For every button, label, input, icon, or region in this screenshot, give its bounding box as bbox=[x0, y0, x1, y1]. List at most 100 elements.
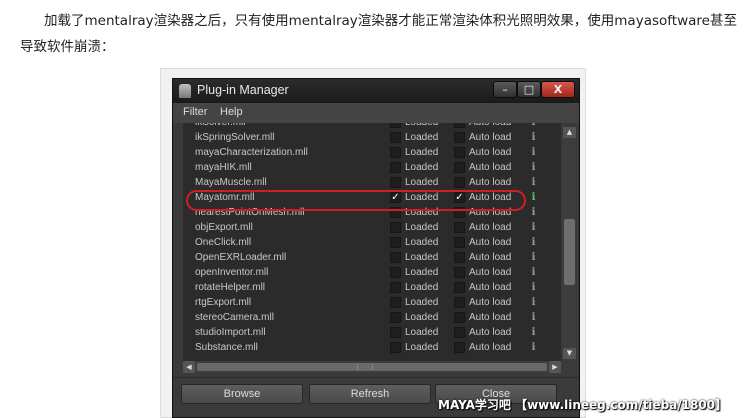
autoload-label: Auto load bbox=[469, 342, 512, 353]
autoload-checkbox[interactable] bbox=[454, 312, 465, 323]
info-icon[interactable]: i bbox=[531, 192, 536, 203]
loaded-label: Loaded bbox=[405, 312, 439, 323]
autoload-checkbox[interactable] bbox=[454, 177, 465, 188]
menu-bar: Filter Help bbox=[173, 103, 579, 123]
loaded-checkbox[interactable] bbox=[390, 342, 401, 353]
maximize-button[interactable]: □ bbox=[517, 81, 541, 98]
loaded-label: Loaded bbox=[405, 207, 439, 218]
info-icon[interactable]: i bbox=[531, 312, 536, 323]
loaded-label: Loaded bbox=[405, 132, 439, 143]
autoload-checkbox[interactable] bbox=[454, 267, 465, 278]
plugin-row: studioImport.mll Loaded Auto load i bbox=[183, 325, 561, 340]
menu-filter[interactable]: Filter bbox=[183, 106, 207, 118]
info-icon[interactable]: i bbox=[531, 123, 536, 128]
window-title: Plug-in Manager bbox=[197, 83, 289, 97]
autoload-checkbox[interactable] bbox=[454, 237, 465, 248]
info-icon[interactable]: i bbox=[531, 267, 536, 278]
info-icon[interactable]: i bbox=[531, 252, 536, 263]
loaded-checkbox[interactable] bbox=[390, 282, 401, 293]
info-icon[interactable]: i bbox=[531, 132, 536, 143]
info-icon[interactable]: i bbox=[531, 177, 536, 188]
loaded-checkbox[interactable] bbox=[390, 297, 401, 308]
autoload-checkbox[interactable] bbox=[454, 252, 465, 263]
plugin-name: stereoCamera.mll bbox=[195, 312, 274, 323]
autoload-checkbox[interactable] bbox=[454, 282, 465, 293]
autoload-checkbox[interactable] bbox=[454, 222, 465, 233]
plugin-manager-window: Plug-in Manager – □ X Filter Help ikSolv… bbox=[172, 78, 580, 418]
plugin-name: Mayatomr.mll bbox=[195, 192, 255, 203]
browse-button[interactable]: Browse bbox=[181, 384, 303, 404]
info-icon[interactable]: i bbox=[531, 297, 536, 308]
plugin-name: Substance.mll bbox=[195, 342, 258, 353]
info-icon[interactable]: i bbox=[531, 282, 536, 293]
loaded-checkbox[interactable] bbox=[390, 237, 401, 248]
scroll-up-icon[interactable]: ▲ bbox=[563, 127, 576, 138]
plugin-row: nearestPointOnMesh.mll Loaded Auto load i bbox=[183, 205, 561, 220]
info-icon[interactable]: i bbox=[531, 342, 536, 353]
loaded-checkbox[interactable] bbox=[390, 132, 401, 143]
refresh-button[interactable]: Refresh bbox=[309, 384, 431, 404]
autoload-label: Auto load bbox=[469, 222, 512, 233]
loaded-label: Loaded bbox=[405, 162, 439, 173]
autoload-checkbox[interactable] bbox=[454, 147, 465, 158]
loaded-checkbox[interactable] bbox=[390, 147, 401, 158]
loaded-label: Loaded bbox=[405, 147, 439, 158]
plugin-name: mayaCharacterization.mll bbox=[195, 147, 308, 158]
close-window-button[interactable]: X bbox=[541, 81, 575, 98]
info-icon[interactable]: i bbox=[531, 207, 536, 218]
info-icon[interactable]: i bbox=[531, 147, 536, 158]
loaded-checkbox[interactable] bbox=[390, 162, 401, 173]
plugin-row: mayaHIK.mll Loaded Auto load i bbox=[183, 160, 561, 175]
info-icon[interactable]: i bbox=[531, 327, 536, 338]
loaded-checkbox[interactable] bbox=[390, 177, 401, 188]
title-bar[interactable]: Plug-in Manager – □ X bbox=[173, 79, 579, 103]
plugin-name: nearestPointOnMesh.mll bbox=[195, 207, 305, 218]
scroll-left-icon[interactable]: ◀ bbox=[183, 361, 195, 373]
autoload-label: Auto load bbox=[469, 282, 512, 293]
autoload-label: Auto load bbox=[469, 192, 512, 203]
loaded-checkbox[interactable] bbox=[390, 327, 401, 338]
loaded-label: Loaded bbox=[405, 327, 439, 338]
autoload-label: Auto load bbox=[469, 312, 512, 323]
autoload-checkbox[interactable] bbox=[454, 297, 465, 308]
autoload-checkbox[interactable] bbox=[454, 327, 465, 338]
loaded-checkbox[interactable] bbox=[390, 267, 401, 278]
info-icon[interactable]: i bbox=[531, 162, 536, 173]
horizontal-scrollbar[interactable]: ◀ ▶ bbox=[183, 361, 561, 373]
info-icon[interactable]: i bbox=[531, 237, 536, 248]
plugin-row: rotateHelper.mll Loaded Auto load i bbox=[183, 280, 561, 295]
autoload-label: Auto load bbox=[469, 297, 512, 308]
autoload-checkbox[interactable] bbox=[454, 207, 465, 218]
autoload-label: Auto load bbox=[469, 252, 512, 263]
loaded-checkbox[interactable] bbox=[390, 222, 401, 233]
loaded-label: Loaded bbox=[405, 222, 439, 233]
scroll-right-icon[interactable]: ▶ bbox=[549, 361, 561, 373]
vertical-scroll-thumb[interactable] bbox=[564, 219, 575, 285]
loaded-checkbox[interactable] bbox=[390, 252, 401, 263]
autoload-checkbox[interactable] bbox=[454, 132, 465, 143]
loaded-label: Loaded bbox=[405, 192, 439, 203]
autoload-checkbox[interactable]: ✓ bbox=[454, 192, 465, 203]
autoload-label: Auto load bbox=[469, 267, 512, 278]
vertical-scrollbar[interactable]: ▲ ▼ bbox=[563, 127, 576, 359]
loaded-checkbox[interactable]: ✓ bbox=[390, 192, 401, 203]
minimize-button[interactable]: – bbox=[493, 81, 517, 98]
plugin-name: objExport.mll bbox=[195, 222, 253, 233]
autoload-checkbox[interactable] bbox=[454, 162, 465, 173]
loaded-checkbox[interactable] bbox=[390, 123, 401, 128]
autoload-label: Auto load bbox=[469, 327, 512, 338]
loaded-label: Loaded bbox=[405, 297, 439, 308]
autoload-label: Auto load bbox=[469, 237, 512, 248]
loaded-checkbox[interactable] bbox=[390, 207, 401, 218]
horizontal-scroll-thumb[interactable] bbox=[197, 363, 547, 371]
loaded-checkbox[interactable] bbox=[390, 312, 401, 323]
info-icon[interactable]: i bbox=[531, 222, 536, 233]
autoload-checkbox[interactable] bbox=[454, 342, 465, 353]
scroll-down-icon[interactable]: ▼ bbox=[563, 348, 576, 359]
plugin-row: OpenEXRLoader.mll Loaded Auto load i bbox=[183, 250, 561, 265]
loaded-label: Loaded bbox=[405, 123, 438, 130]
autoload-checkbox[interactable] bbox=[454, 123, 465, 128]
plugin-name: mayaHIK.mll bbox=[195, 162, 252, 173]
article-paragraph: 加载了mentalray渲染器之后，只有使用mentalray渲染器才能正常渲染… bbox=[20, 13, 737, 55]
menu-help[interactable]: Help bbox=[220, 106, 243, 118]
